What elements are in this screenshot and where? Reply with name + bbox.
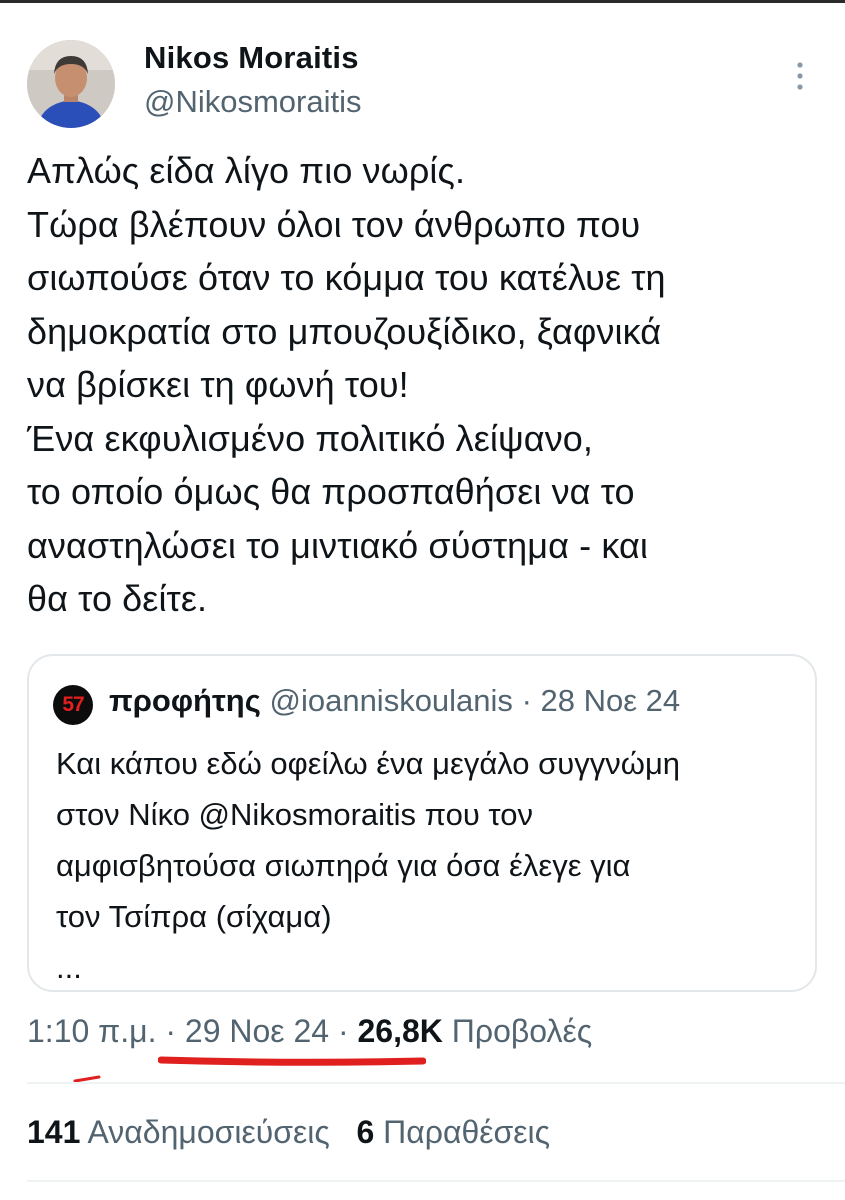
views-label: Προβολές [451,1013,593,1049]
quoted-author-name[interactable]: προφήτης [109,683,261,718]
red-underline-annotation [158,1056,426,1066]
divider [27,1180,845,1182]
quoted-ellipsis: ... [56,950,82,985]
author-display-name[interactable]: Nikos Moraitis [144,40,359,76]
quoted-separator: · [521,683,541,718]
quoted-post-header: προφήτης @ioanniskoulanis · 28 Νοε 24 [109,683,680,719]
quotes-label: Παραθέσεις [383,1114,551,1150]
quoted-author-avatar[interactable]: 57 [53,685,93,725]
engagement-stats: 141 Αναδημοσιεύσεις 6 Παραθέσεις [27,1114,550,1151]
post-line: το οποίο όμως θα προσπαθήσει να το [27,471,635,512]
quotes-stat[interactable]: 6 Παραθέσεις [356,1114,550,1150]
post-date[interactable]: 29 Νοε 24 [185,1013,329,1049]
post-metadata: 1:10 π.μ. · 29 Νοε 24 · 26,8K Προβολές [27,1013,592,1050]
post-line: αναστηλώσει το μιντιακό σύστημα - και [27,524,648,566]
meta-separator: · [156,1013,185,1049]
reposts-count: 141 [27,1114,81,1150]
author-photo [27,40,115,128]
post-text: Απλώς είδα λίγο πιο νωρίς. Τώρα βλέπουν … [27,144,827,626]
post-line: σιωπούσε όταν το κόμμα του κατέλυε τη [27,257,666,298]
author-handle[interactable]: @Nikosmoraitis [144,84,362,120]
divider [27,1082,845,1084]
quoted-post-text: Και κάπου εδώ οφείλω ένα μεγάλο συγγνώμη… [56,738,806,993]
post-time[interactable]: 1:10 π.μ. [27,1013,156,1049]
quoted-line: στον Νίκο @Nikosmoraitis που τον [56,797,533,832]
views-count: 26,8K [357,1013,443,1049]
reposts-label: Αναδημοσιεύσεις [87,1114,330,1150]
more-options-icon[interactable] [786,58,814,94]
author-avatar[interactable] [27,40,115,128]
post-line: να βρίσκει τη φωνή του! [27,364,409,405]
post-line: Ένα εκφυλισμένο πολιτικό λείψανο, [27,417,594,459]
quoted-author-handle[interactable]: @ioanniskoulanis [269,683,512,718]
quoted-line: αμφισβητούσα σιωπηρά για όσα έλεγε για [56,848,631,883]
quoted-line: τον Τσίπρα (σίχαμα) [56,899,332,934]
post-line: θα το δείτε. [27,578,208,619]
quoted-avatar-text: 57 [62,693,84,716]
meta-separator: · [329,1013,358,1049]
top-border [0,0,845,3]
quoted-post-date[interactable]: 28 Νοε 24 [541,683,681,718]
quotes-count: 6 [356,1114,375,1150]
quoted-post-card[interactable]: 57 προφήτης @ioanniskoulanis · 28 Νοε 24… [27,654,817,992]
post-line: Απλώς είδα λίγο πιο νωρίς. [27,150,466,191]
post-line: Τώρα βλέπουν όλοι τον άνθρωπο που [27,203,641,245]
reposts-stat[interactable]: 141 Αναδημοσιεύσεις [27,1114,330,1150]
quoted-line: Και κάπου εδώ οφείλω ένα μεγάλο συγγνώμη [56,746,681,781]
post-line: δημοκρατία στο μπουζουξίδικο, ξαφνικά [27,310,662,352]
